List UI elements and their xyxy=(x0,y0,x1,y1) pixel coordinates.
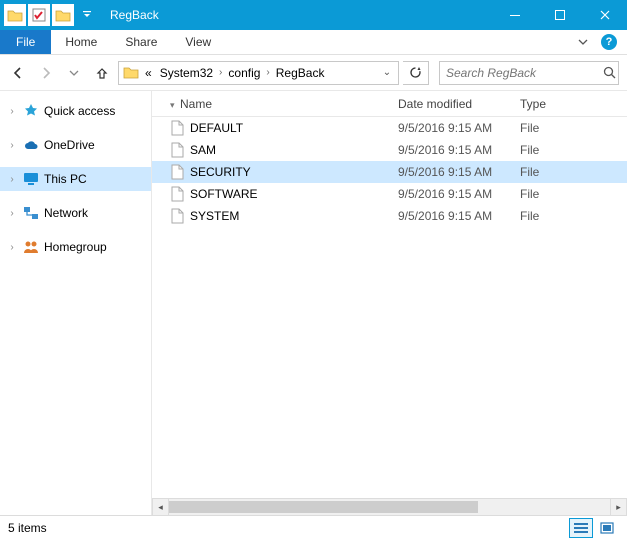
people-icon xyxy=(22,240,40,254)
tab-home[interactable]: Home xyxy=(51,30,111,54)
search-box[interactable] xyxy=(439,61,619,85)
file-row[interactable]: DEFAULT 9/5/2016 9:15 AMFile xyxy=(152,117,627,139)
search-icon[interactable] xyxy=(603,66,616,79)
file-row[interactable]: SOFTWARE 9/5/2016 9:15 AMFile xyxy=(152,183,627,205)
cloud-icon xyxy=(22,139,40,151)
nav-item-homegroup[interactable]: › Homegroup xyxy=(0,235,151,259)
recent-locations-icon[interactable] xyxy=(62,59,86,87)
up-button[interactable] xyxy=(90,59,114,87)
file-type: File xyxy=(520,121,627,135)
chevron-right-icon[interactable]: › xyxy=(6,140,18,151)
file-row[interactable]: SAM 9/5/2016 9:15 AMFile xyxy=(152,139,627,161)
qat-properties-icon[interactable] xyxy=(28,4,50,26)
breadcrumb-part[interactable]: config xyxy=(224,66,264,80)
file-name: SYSTEM xyxy=(190,209,239,223)
column-header-date[interactable]: Date modified xyxy=(398,97,520,111)
window-title: RegBack xyxy=(102,8,492,22)
file-row[interactable]: SYSTEM 9/5/2016 9:15 AMFile xyxy=(152,205,627,227)
ribbon: File Home Share View ? xyxy=(0,30,627,55)
nav-item-label: Network xyxy=(44,206,88,220)
file-type: File xyxy=(520,165,627,179)
details-view-button[interactable] xyxy=(569,518,593,538)
file-date: 9/5/2016 9:15 AM xyxy=(398,143,520,157)
file-name: DEFAULT xyxy=(190,121,243,135)
file-type: File xyxy=(520,143,627,157)
ribbon-expand-icon[interactable] xyxy=(569,30,597,54)
title-bar: RegBack xyxy=(0,0,627,30)
nav-item-onedrive[interactable]: › OneDrive xyxy=(0,133,151,157)
tab-share[interactable]: Share xyxy=(111,30,171,54)
refresh-button[interactable] xyxy=(403,61,429,85)
chevron-right-icon[interactable]: › xyxy=(6,208,18,219)
item-count: 5 items xyxy=(8,521,47,535)
chevron-right-icon[interactable]: › xyxy=(217,67,224,78)
breadcrumb-prefix[interactable]: « xyxy=(141,66,156,80)
forward-button[interactable] xyxy=(34,59,58,87)
file-icon xyxy=(170,120,184,136)
file-type: File xyxy=(520,209,627,223)
address-folder-icon xyxy=(121,66,141,79)
scrollbar-thumb[interactable] xyxy=(169,501,478,513)
qat-dropdown-icon[interactable] xyxy=(76,4,98,26)
nav-item-this-pc[interactable]: › This PC xyxy=(0,167,151,191)
file-tab[interactable]: File xyxy=(0,30,51,54)
column-name-label: Name xyxy=(180,97,212,111)
file-icon xyxy=(170,208,184,224)
tab-view[interactable]: View xyxy=(171,30,225,54)
chevron-right-icon[interactable]: › xyxy=(6,174,18,185)
qat-new-folder-icon[interactable] xyxy=(52,4,74,26)
close-button[interactable] xyxy=(582,0,627,30)
nav-item-quick-access[interactable]: › Quick access xyxy=(0,99,151,123)
file-list-pane: ▾Name Date modified Type DEFAULT 9/5/2016… xyxy=(152,91,627,515)
maximize-button[interactable] xyxy=(537,0,582,30)
minimize-button[interactable] xyxy=(492,0,537,30)
file-date: 9/5/2016 9:15 AM xyxy=(398,165,520,179)
address-dropdown-icon[interactable]: ⌄ xyxy=(378,67,396,78)
window-controls xyxy=(492,0,627,30)
scroll-right-icon[interactable]: ▸ xyxy=(610,499,627,515)
file-icon xyxy=(170,186,184,202)
chevron-right-icon[interactable]: › xyxy=(264,67,271,78)
file-date: 9/5/2016 9:15 AM xyxy=(398,209,520,223)
column-header-name[interactable]: ▾Name xyxy=(152,97,398,111)
monitor-icon xyxy=(22,172,40,186)
file-date: 9/5/2016 9:15 AM xyxy=(398,187,520,201)
status-bar: 5 items xyxy=(0,515,627,539)
address-bar-row: « System32 › config › RegBack ⌄ xyxy=(0,55,627,91)
nav-item-label: This PC xyxy=(44,172,87,186)
chevron-right-icon[interactable]: › xyxy=(6,106,18,117)
nav-item-network[interactable]: › Network xyxy=(0,201,151,225)
file-name: SECURITY xyxy=(190,165,251,179)
horizontal-scrollbar[interactable]: ◂ ▸ xyxy=(152,498,627,515)
column-headers: ▾Name Date modified Type xyxy=(152,91,627,117)
file-row[interactable]: SECURITY 9/5/2016 9:15 AMFile xyxy=(152,161,627,183)
thumbnails-view-button[interactable] xyxy=(595,518,619,538)
breadcrumb-part[interactable]: RegBack xyxy=(272,66,329,80)
network-icon xyxy=(22,206,40,220)
nav-item-label: Homegroup xyxy=(44,240,107,254)
address-bar[interactable]: « System32 › config › RegBack ⌄ xyxy=(118,61,399,85)
chevron-right-icon[interactable]: › xyxy=(6,242,18,253)
star-icon xyxy=(22,103,40,119)
nav-item-label: OneDrive xyxy=(44,138,95,152)
back-button[interactable] xyxy=(6,59,30,87)
search-input[interactable] xyxy=(446,66,603,80)
qat-folder-icon[interactable] xyxy=(4,4,26,26)
breadcrumb-part[interactable]: System32 xyxy=(156,66,217,80)
quick-access-toolbar xyxy=(0,4,102,26)
column-header-type[interactable]: Type xyxy=(520,97,627,111)
file-icon xyxy=(170,142,184,158)
navigation-pane: › Quick access › OneDrive › This PC › Network › H… xyxy=(0,91,152,515)
help-button[interactable]: ? xyxy=(597,30,621,54)
nav-item-label: Quick access xyxy=(44,104,115,118)
file-name: SOFTWARE xyxy=(190,187,258,201)
file-list: DEFAULT9/5/2016 9:15 AMFileSAM9/5/2016 9… xyxy=(152,117,627,498)
file-date: 9/5/2016 9:15 AM xyxy=(398,121,520,135)
file-icon xyxy=(170,164,184,180)
file-name: SAM xyxy=(190,143,216,157)
file-type: File xyxy=(520,187,627,201)
scroll-left-icon[interactable]: ◂ xyxy=(152,499,169,515)
